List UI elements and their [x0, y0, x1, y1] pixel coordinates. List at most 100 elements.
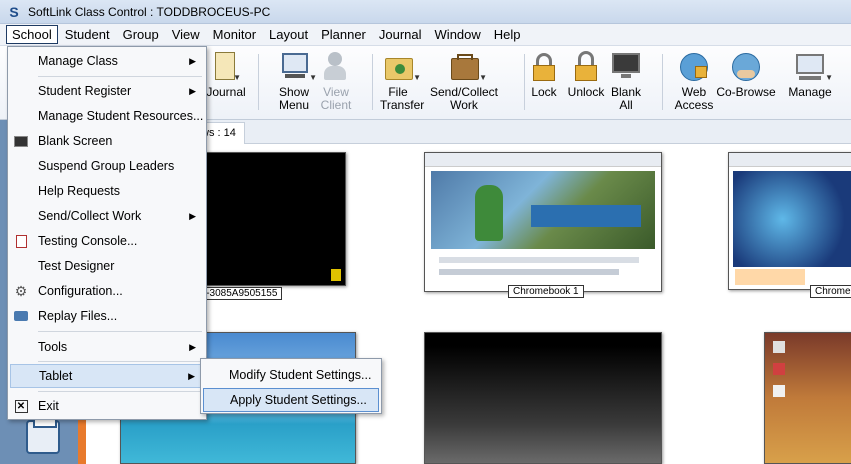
- menu-item-blank-screen[interactable]: Blank Screen: [10, 129, 204, 153]
- menu-item-label: Blank Screen: [38, 134, 113, 148]
- student-thumbnail[interactable]: [186, 152, 346, 286]
- close-icon: ✕: [10, 399, 32, 413]
- desktop-icon: [773, 341, 785, 353]
- ninja-figure-icon: [475, 185, 503, 241]
- menu-item-label: Student Register: [38, 84, 132, 98]
- menu-item-modify-student-settings[interactable]: Modify Student Settings...: [203, 363, 379, 387]
- submenu-arrow-icon: ▶: [188, 370, 195, 381]
- school-menu-dropdown: Manage Class ▶ Student Register ▶ Manage…: [7, 46, 207, 420]
- menu-item-label: Configuration...: [38, 284, 123, 298]
- menu-item-label: Testing Console...: [38, 234, 138, 248]
- menu-item-tablet[interactable]: Tablet ▶: [10, 364, 204, 388]
- student-thumbnail-label: D-3085A9505155: [194, 287, 283, 300]
- send-collect-work-label: Send/Collect Work: [429, 85, 499, 112]
- toolbar-separator: [662, 54, 663, 110]
- co-browse-globe-icon: [729, 50, 763, 84]
- screen-preview: [733, 171, 851, 267]
- menu-item-help-requests[interactable]: Help Requests: [10, 179, 204, 203]
- view-client-button[interactable]: View Client: [306, 50, 366, 112]
- blank-all-label: Blank All: [611, 85, 642, 112]
- student-thumbnail[interactable]: [728, 152, 851, 290]
- menu-journal[interactable]: Journal: [373, 25, 428, 44]
- menu-item-label: Tablet: [39, 369, 73, 383]
- menu-monitor[interactable]: Monitor: [207, 25, 262, 44]
- menu-item-label: Modify Student Settings...: [229, 368, 372, 382]
- menu-item-label: Apply Student Settings...: [230, 393, 367, 407]
- menu-window[interactable]: Window: [429, 25, 487, 44]
- page-text-line: [439, 257, 639, 263]
- view-client-icon: [319, 50, 353, 84]
- menu-item-label: Manage Student Resources...: [38, 109, 204, 123]
- submenu-arrow-icon: ▶: [189, 55, 196, 66]
- document-icon: [10, 234, 32, 248]
- menu-item-label: Suspend Group Leaders: [38, 159, 175, 173]
- menu-group[interactable]: Group: [117, 25, 165, 44]
- menu-item-tools[interactable]: Tools ▶: [10, 335, 204, 359]
- menu-item-manage-student-resources[interactable]: Manage Student Resources...: [10, 104, 204, 128]
- student-thumbnail[interactable]: [424, 332, 662, 464]
- globe-icon: [677, 50, 711, 84]
- browser-bar: [729, 153, 851, 167]
- window-title: SoftLink Class Control : TODDBROCEUS-PC: [28, 4, 271, 19]
- menu-bar: School Student Group View Monitor Layout…: [0, 24, 851, 46]
- web-access-button[interactable]: Web Access: [664, 50, 724, 112]
- menu-item-label: Tools: [38, 340, 68, 354]
- menu-item-label: Manage Class: [38, 54, 118, 68]
- menu-item-label: Exit: [38, 399, 59, 413]
- co-browse-label: Co-Browse: [716, 85, 776, 99]
- menu-item-exit[interactable]: ✕ Exit: [10, 394, 204, 418]
- lock-label: Lock: [531, 85, 557, 99]
- menu-separator: [38, 361, 202, 362]
- menu-student[interactable]: Student: [59, 25, 116, 44]
- menu-view[interactable]: View: [166, 25, 206, 44]
- send-collect-work-button[interactable]: ▼ Send/Collect Work: [426, 50, 502, 112]
- menu-item-configuration[interactable]: ⚙ Configuration...: [10, 279, 204, 303]
- menu-item-manage-class[interactable]: Manage Class ▶: [10, 49, 204, 73]
- student-thumbnail[interactable]: [764, 332, 851, 464]
- submenu-arrow-icon: ▶: [189, 341, 196, 352]
- menu-item-testing-console[interactable]: Testing Console...: [10, 229, 204, 253]
- tablet-submenu: Modify Student Settings... Apply Student…: [200, 358, 382, 414]
- desktop-icon: [773, 363, 785, 375]
- monitor-icon: [609, 50, 643, 84]
- page-text-line: [439, 269, 619, 275]
- student-thumbnail[interactable]: [424, 152, 662, 292]
- screen-preview: [431, 171, 655, 249]
- browser-bar: [425, 153, 661, 167]
- menu-planner[interactable]: Planner: [315, 25, 372, 44]
- status-indicator-icon: [331, 269, 341, 281]
- menu-item-replay-files[interactable]: Replay Files...: [10, 304, 204, 328]
- blank-all-button[interactable]: Blank All: [596, 50, 656, 112]
- file-transfer-label: File Transfer: [380, 85, 425, 112]
- gear-icon: ⚙: [14, 282, 28, 299]
- menu-item-apply-student-settings[interactable]: Apply Student Settings...: [203, 388, 379, 412]
- menu-item-suspend-group-leaders[interactable]: Suspend Group Leaders: [10, 154, 204, 178]
- menu-item-label: Replay Files...: [38, 309, 118, 323]
- briefcase-icon: ▼: [447, 50, 487, 84]
- menu-separator: [38, 76, 202, 77]
- menu-item-send-collect-work[interactable]: Send/Collect Work ▶: [10, 204, 204, 228]
- web-access-label: Web Access: [674, 85, 714, 112]
- menu-school[interactable]: School: [6, 25, 58, 44]
- manage-monitor-icon: ▼: [793, 50, 833, 84]
- menu-item-student-register[interactable]: Student Register ▶: [10, 79, 204, 103]
- folder-icon: ▼: [381, 50, 421, 84]
- student-thumbnail-label: Chrome: [810, 285, 851, 298]
- view-client-label: View Client: [320, 85, 352, 112]
- toolbar-separator: [258, 54, 259, 110]
- printer-icon[interactable]: [26, 414, 60, 454]
- file-transfer-button[interactable]: ▼ File Transfer: [368, 50, 428, 112]
- menu-item-test-designer[interactable]: Test Designer: [10, 254, 204, 278]
- menu-help[interactable]: Help: [488, 25, 527, 44]
- manage-label: Manage: [788, 85, 832, 99]
- title-bar: S SoftLink Class Control : TODDBROCEUS-P…: [0, 0, 851, 24]
- manage-button[interactable]: ▼ Manage: [780, 50, 840, 99]
- menu-separator: [38, 391, 202, 392]
- co-browse-button[interactable]: Co-Browse: [716, 50, 776, 99]
- menu-layout[interactable]: Layout: [263, 25, 314, 44]
- banner-icon: [531, 205, 641, 227]
- softlink-app-icon: S: [9, 3, 19, 20]
- menu-separator: [38, 331, 202, 332]
- student-thumbnail-label: Chromebook 1: [508, 285, 584, 298]
- menu-item-label: Test Designer: [38, 259, 115, 273]
